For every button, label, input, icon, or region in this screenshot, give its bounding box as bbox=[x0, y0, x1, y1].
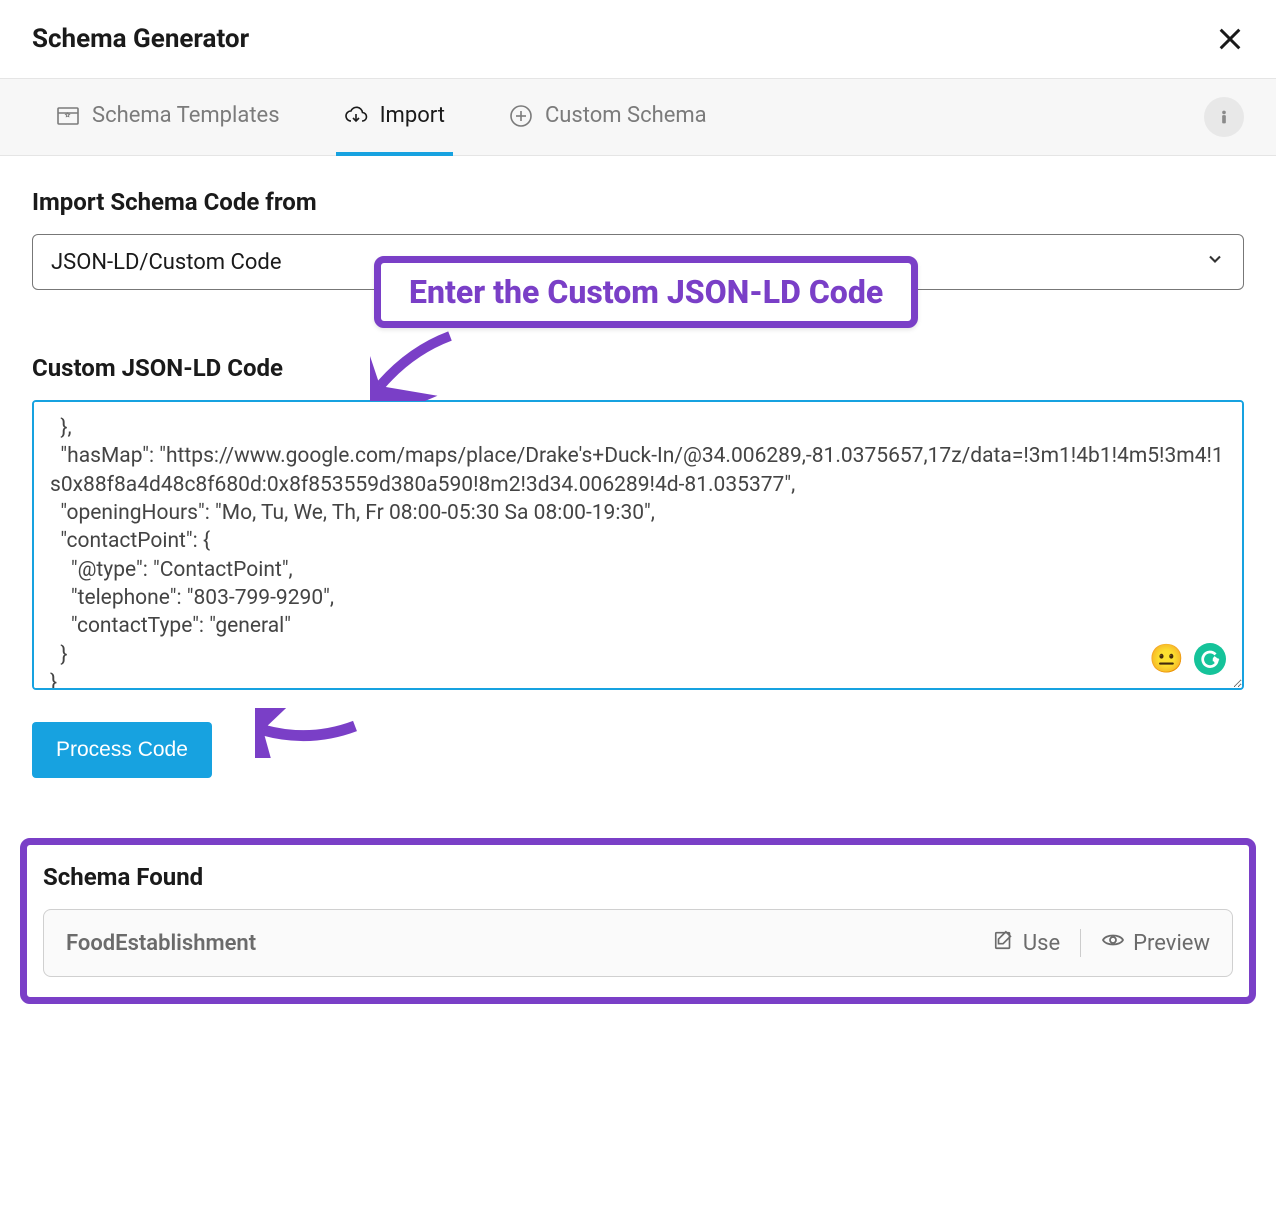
use-label: Use bbox=[1023, 931, 1060, 956]
tab-custom-schema[interactable]: Custom Schema bbox=[501, 79, 715, 156]
code-label: Custom JSON-LD Code bbox=[32, 354, 1244, 382]
eye-icon bbox=[1101, 928, 1125, 958]
preview-label: Preview bbox=[1133, 931, 1210, 956]
code-section: Custom JSON-LD Code 😐 bbox=[32, 354, 1244, 694]
modal-header: Schema Generator bbox=[0, 0, 1276, 79]
annotation-arrow-icon bbox=[370, 331, 470, 401]
neutral-face-emoji-icon[interactable]: 😐 bbox=[1149, 642, 1184, 675]
modal-title: Schema Generator bbox=[32, 24, 249, 54]
tab-label: Schema Templates bbox=[92, 103, 280, 128]
tab-schema-templates[interactable]: Schema Templates bbox=[48, 79, 288, 156]
content-area: Import Schema Code from JSON-LD/Custom C… bbox=[0, 156, 1276, 810]
schema-generator-modal: Schema Generator Schema Templates bbox=[0, 0, 1276, 1004]
process-code-button[interactable]: Process Code bbox=[32, 722, 212, 778]
use-schema-button[interactable]: Use bbox=[993, 929, 1060, 957]
annotation-callout: Enter the Custom JSON-LD Code bbox=[374, 256, 918, 328]
import-icon bbox=[344, 104, 368, 128]
template-icon bbox=[56, 104, 80, 128]
tab-label: Custom Schema bbox=[545, 103, 707, 128]
info-button[interactable] bbox=[1204, 97, 1244, 137]
grammarly-icon[interactable] bbox=[1194, 643, 1226, 675]
preview-schema-button[interactable]: Preview bbox=[1101, 928, 1210, 958]
json-ld-code-input[interactable] bbox=[32, 400, 1244, 690]
schema-found-panel: Schema Found FoodEstablishment Use bbox=[20, 838, 1256, 1004]
annotation-arrow-icon bbox=[255, 708, 365, 758]
action-divider bbox=[1080, 929, 1081, 957]
plus-circle-icon bbox=[509, 104, 533, 128]
tabs-bar: Schema Templates Import Custom Schema bbox=[0, 79, 1276, 156]
close-icon[interactable] bbox=[1216, 25, 1244, 53]
edit-icon bbox=[993, 929, 1015, 957]
callout-text: Enter the Custom JSON-LD Code bbox=[409, 273, 883, 311]
tab-import[interactable]: Import bbox=[336, 79, 453, 156]
tab-label: Import bbox=[380, 103, 445, 128]
schema-found-title: Schema Found bbox=[43, 863, 1233, 891]
chevron-down-icon bbox=[1205, 249, 1225, 275]
schema-type-name: FoodEstablishment bbox=[66, 931, 256, 956]
schema-found-row: FoodEstablishment Use bbox=[43, 909, 1233, 977]
schema-actions: Use Preview bbox=[993, 928, 1210, 958]
import-source-label: Import Schema Code from bbox=[32, 188, 1244, 216]
select-value: JSON-LD/Custom Code bbox=[51, 250, 282, 275]
